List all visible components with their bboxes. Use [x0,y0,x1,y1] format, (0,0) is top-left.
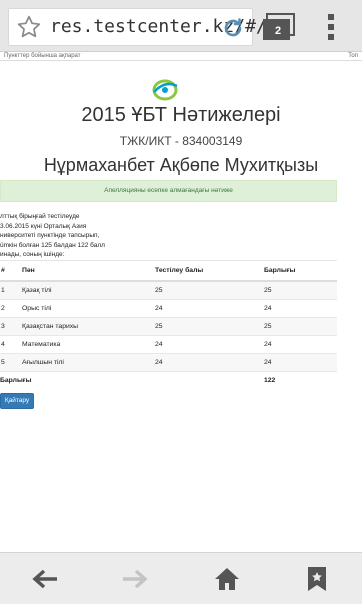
forward-arrow-icon[interactable] [120,565,150,593]
row-total: 25 [264,280,337,300]
result-notice: Апелляцияны есепке алмағандағы нәтиже [0,180,337,202]
description-line: ümкін болған 125 балдан 122 балл [0,241,105,249]
col-number: # [0,260,22,282]
row-test-score: 24 [155,335,264,354]
row-number: 4 [0,335,22,354]
page-content: Пункттер бойынша ақпарат Топ 2015 ҰБТ Нә… [0,52,362,552]
topnav-link-right[interactable]: Топ [348,52,358,61]
table-row: 2 Орыс тілі 24 24 [0,299,337,318]
table-row: 3 Қазақстан тарихы 25 25 [0,317,337,336]
description-line: 3.06.2015 күні Орталық Азия [0,222,87,230]
reload-icon[interactable] [221,16,245,40]
testcenter-logo [152,79,178,101]
description-line: ниверситеті пунктінде тапсырып, [0,232,100,239]
row-total: 24 [264,353,337,372]
address-bar[interactable]: res.testcenter.kz/#/ [8,8,267,46]
row-subject: Орыс тілі [22,299,155,318]
description-line: инады, соның ішінде: [0,251,65,258]
back-button[interactable]: Қайтару [0,393,34,409]
row-test-score: 24 [155,299,264,318]
row-total: 24 [264,335,337,354]
row-number: 3 [0,317,22,336]
overflow-menu-icon[interactable] [324,12,338,42]
row-test-score: 25 [155,280,264,300]
total-label: Барлығы [0,371,264,389]
bookmark-icon[interactable] [302,565,332,593]
row-number: 2 [0,299,22,318]
browser-bottom-bar [0,552,362,604]
tab-count: 2 [274,25,282,37]
row-number: 1 [0,280,22,300]
page-title: 2015 ҰБТ Нәтижелері [81,104,281,126]
back-arrow-icon[interactable] [30,565,60,593]
col-test-score: Тестілеу балы [155,260,264,282]
description-line: лттық бірыңғай тестілеуде [0,213,80,220]
row-number: 5 [0,353,22,372]
table-row: 5 Ағылшын тілі 24 24 [0,353,337,372]
row-subject: Қазақстан тарихы [22,317,155,336]
candidate-name: Нұрмаханбет Ақбөпе Мухитқызы [43,155,319,175]
col-total: Барлығы [264,260,337,282]
candidate-id: ТЖК/ИКТ - 834003149 [119,134,243,148]
row-test-score: 24 [155,353,264,372]
total-value: 122 [264,371,337,389]
home-icon[interactable] [212,565,242,593]
row-total: 24 [264,299,337,318]
row-test-score: 25 [155,317,264,336]
col-subject: Пән [22,260,155,282]
site-topnav: Пункттер бойынша ақпарат Топ [0,52,362,61]
star-icon[interactable] [16,14,42,40]
row-subject: Ағылшын тілі [22,353,155,372]
topnav-link-left[interactable]: Пункттер бойынша ақпарат [4,53,81,59]
table-row: 4 Математика 24 24 [0,335,337,354]
browser-toolbar: res.testcenter.kz/#/ 2 [0,0,362,52]
row-subject: Қазақ тілі [22,280,155,300]
row-subject: Математика [22,335,155,354]
table-row: 1 Қазақ тілі 25 25 [0,280,337,300]
results-table: # Пән Тестілеу балы Барлығы 1 Қазақ тілі… [0,260,337,389]
row-total: 25 [264,317,337,336]
table-header-row: # Пән Тестілеу балы Барлығы [0,260,337,282]
table-total-row: Барлығы 122 [0,371,337,389]
result-description: лттық бірыңғай тестілеуде 3.06.2015 күні… [0,212,130,260]
